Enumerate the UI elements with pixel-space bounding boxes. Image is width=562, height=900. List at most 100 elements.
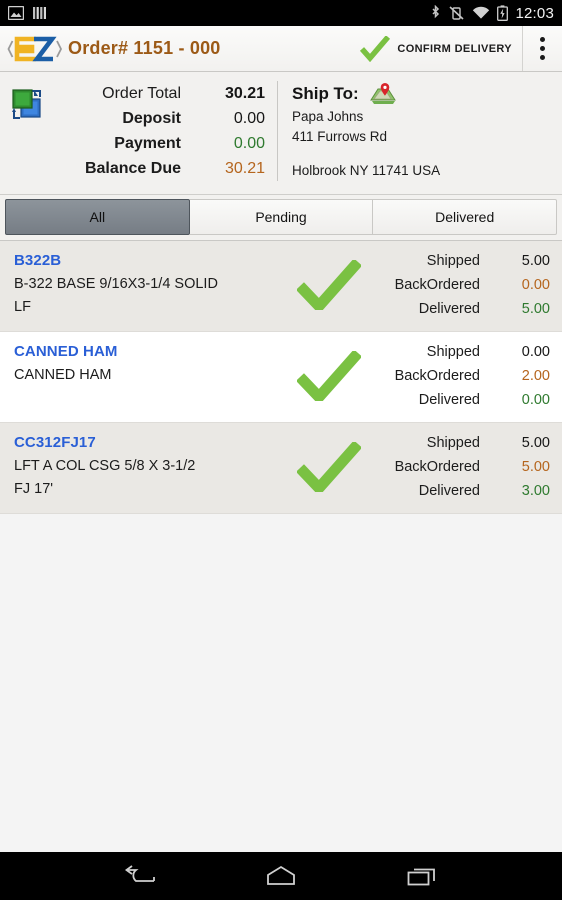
app-bar-actions: CONFIRM DELIVERY — [356, 26, 562, 71]
line-item-info: CC312FJ17 LFT A COL CSG 5/8 X 3-1/2 FJ 1… — [14, 431, 286, 503]
ship-to-city-state-zip: Holbrook NY 11741 USA — [292, 163, 441, 178]
tab-label: Pending — [255, 209, 307, 225]
qty-row-delivered: Delivered 5.00 — [372, 297, 550, 321]
status-bar-left — [7, 5, 47, 21]
overflow-dot — [540, 46, 545, 51]
line-item-desc-1: LFT A COL CSG 5/8 X 3-1/2 — [14, 458, 196, 474]
qty-label: Shipped — [426, 253, 480, 269]
green-check-icon[interactable] — [286, 249, 372, 321]
list-item[interactable]: B322B B-322 BASE 9/16X3-1/4 SOLID LF Shi… — [0, 241, 562, 332]
qty-row-backordered: BackOrdered 2.00 — [372, 364, 550, 388]
confirm-delivery-label: CONFIRM DELIVERY — [397, 42, 512, 55]
line-item-sku: B322B — [14, 252, 62, 269]
total-row-balance-due: Balance Due 30.21 — [46, 156, 265, 181]
qty-label: BackOrdered — [394, 459, 480, 475]
total-value: 0.00 — [233, 135, 265, 152]
tab-pending[interactable]: Pending — [189, 199, 374, 235]
total-label: Payment — [114, 135, 181, 152]
qty-row-delivered: Delivered 3.00 — [372, 479, 550, 503]
system-navigation-bar — [0, 852, 562, 900]
status-bar-clock: 12:03 — [515, 4, 554, 22]
bars-icon — [33, 6, 47, 20]
confirm-delivery-button[interactable]: CONFIRM DELIVERY — [356, 26, 522, 71]
page-title: Order# 1151 - 000 — [68, 38, 221, 58]
qty-value: 5.00 — [521, 459, 550, 475]
qty-row-backordered: BackOrdered 0.00 — [372, 273, 550, 297]
green-check-icon[interactable] — [286, 340, 372, 412]
total-label: Balance Due — [84, 160, 181, 177]
list-empty-space — [0, 514, 562, 852]
total-value: 30.21 — [224, 160, 265, 177]
green-check-icon — [360, 34, 391, 62]
qty-value: 0.00 — [521, 392, 550, 408]
s2-logo[interactable] — [6, 34, 64, 64]
total-value: 30.21 — [224, 85, 265, 102]
list-item[interactable]: CANNED HAM CANNED HAM Shipped 0.00 BackO… — [0, 332, 562, 423]
line-item-desc-1: B-322 BASE 9/16X3-1/4 SOLID — [14, 276, 218, 292]
order-totals-panel: Order Total 30.21 Deposit 0.00 Payment 0… — [0, 81, 278, 181]
qty-row-shipped: Shipped 5.00 — [372, 249, 550, 273]
list-item[interactable]: CC312FJ17 LFT A COL CSG 5/8 X 3-1/2 FJ 1… — [0, 423, 562, 514]
qty-label: Delivered — [418, 392, 480, 408]
line-item-desc-2: FJ 17' — [14, 481, 54, 497]
overflow-menu-icon[interactable] — [522, 26, 562, 71]
qty-row-backordered: BackOrdered 5.00 — [372, 455, 550, 479]
qty-label: Shipped — [426, 435, 480, 451]
line-item-info: CANNED HAM CANNED HAM — [14, 340, 286, 412]
bluetooth-icon — [430, 4, 441, 21]
line-item-quantities: Shipped 0.00 BackOrdered 2.00 Delivered … — [372, 340, 550, 412]
green-check-icon[interactable] — [286, 431, 372, 503]
home-icon[interactable] — [252, 856, 310, 896]
totals-list: Order Total 30.21 Deposit 0.00 Payment 0… — [46, 81, 277, 181]
back-icon[interactable] — [111, 856, 169, 896]
ship-to-panel: Ship To: Papa Johns 411 Furrows Rd Holbr… — [278, 81, 562, 181]
vibrate-muted-icon — [448, 5, 465, 21]
tab-delivered[interactable]: Delivered — [373, 199, 558, 235]
order-summary: Order Total 30.21 Deposit 0.00 Payment 0… — [0, 72, 562, 195]
qty-value: 2.00 — [521, 368, 550, 384]
qty-value: 3.00 — [521, 483, 550, 499]
swap-orders-icon[interactable] — [10, 88, 46, 125]
qty-value: 5.00 — [521, 435, 550, 451]
wifi-icon — [472, 6, 490, 20]
device-screen: 12:03 Order# 1151 - 000 CONFIRM DELIVERY… — [0, 0, 562, 900]
total-label: Deposit — [122, 110, 181, 127]
map-pin-icon[interactable] — [369, 81, 397, 107]
total-value: 0.00 — [233, 110, 265, 127]
order-line-list: B322B B-322 BASE 9/16X3-1/4 SOLID LF Shi… — [0, 241, 562, 514]
line-item-sku: CC312FJ17 — [14, 434, 96, 451]
ship-to-street: 411 Furrows Rd — [292, 129, 388, 144]
qty-value: 5.00 — [521, 301, 550, 317]
qty-label: BackOrdered — [394, 368, 480, 384]
recents-icon[interactable] — [393, 856, 451, 896]
line-item-desc-1: CANNED HAM — [14, 367, 112, 383]
line-item-quantities: Shipped 5.00 BackOrdered 0.00 Delivered … — [372, 249, 550, 321]
ship-to-name: Papa Johns — [292, 109, 364, 124]
qty-label: Shipped — [426, 344, 480, 360]
total-row-payment: Payment 0.00 — [46, 131, 265, 156]
filter-tabs: All Pending Delivered — [0, 195, 562, 241]
line-item-desc-2: LF — [14, 299, 31, 315]
app-bar: Order# 1151 - 000 CONFIRM DELIVERY — [0, 26, 562, 72]
qty-value: 0.00 — [521, 344, 550, 360]
ship-to-label: Ship To: — [292, 84, 359, 103]
qty-label: Delivered — [418, 483, 480, 499]
qty-row-delivered: Delivered 0.00 — [372, 388, 550, 412]
total-row-deposit: Deposit 0.00 — [46, 106, 265, 131]
tab-all[interactable]: All — [5, 199, 190, 235]
status-bar: 12:03 — [0, 0, 562, 26]
qty-label: BackOrdered — [394, 277, 480, 293]
line-item-sku: CANNED HAM — [14, 343, 118, 360]
battery-charging-icon — [497, 5, 509, 21]
total-row-order-total: Order Total 30.21 — [46, 81, 265, 106]
qty-value: 0.00 — [521, 277, 550, 293]
overflow-dot — [540, 37, 545, 42]
total-label: Order Total — [102, 85, 181, 102]
overflow-dot — [540, 55, 545, 60]
status-bar-right: 12:03 — [430, 5, 554, 22]
screenshot-icon — [7, 5, 25, 21]
app-content: Order# 1151 - 000 CONFIRM DELIVERY Order… — [0, 26, 562, 852]
ship-to-header: Ship To: — [292, 81, 562, 107]
qty-row-shipped: Shipped 0.00 — [372, 340, 550, 364]
qty-value: 5.00 — [521, 253, 550, 269]
